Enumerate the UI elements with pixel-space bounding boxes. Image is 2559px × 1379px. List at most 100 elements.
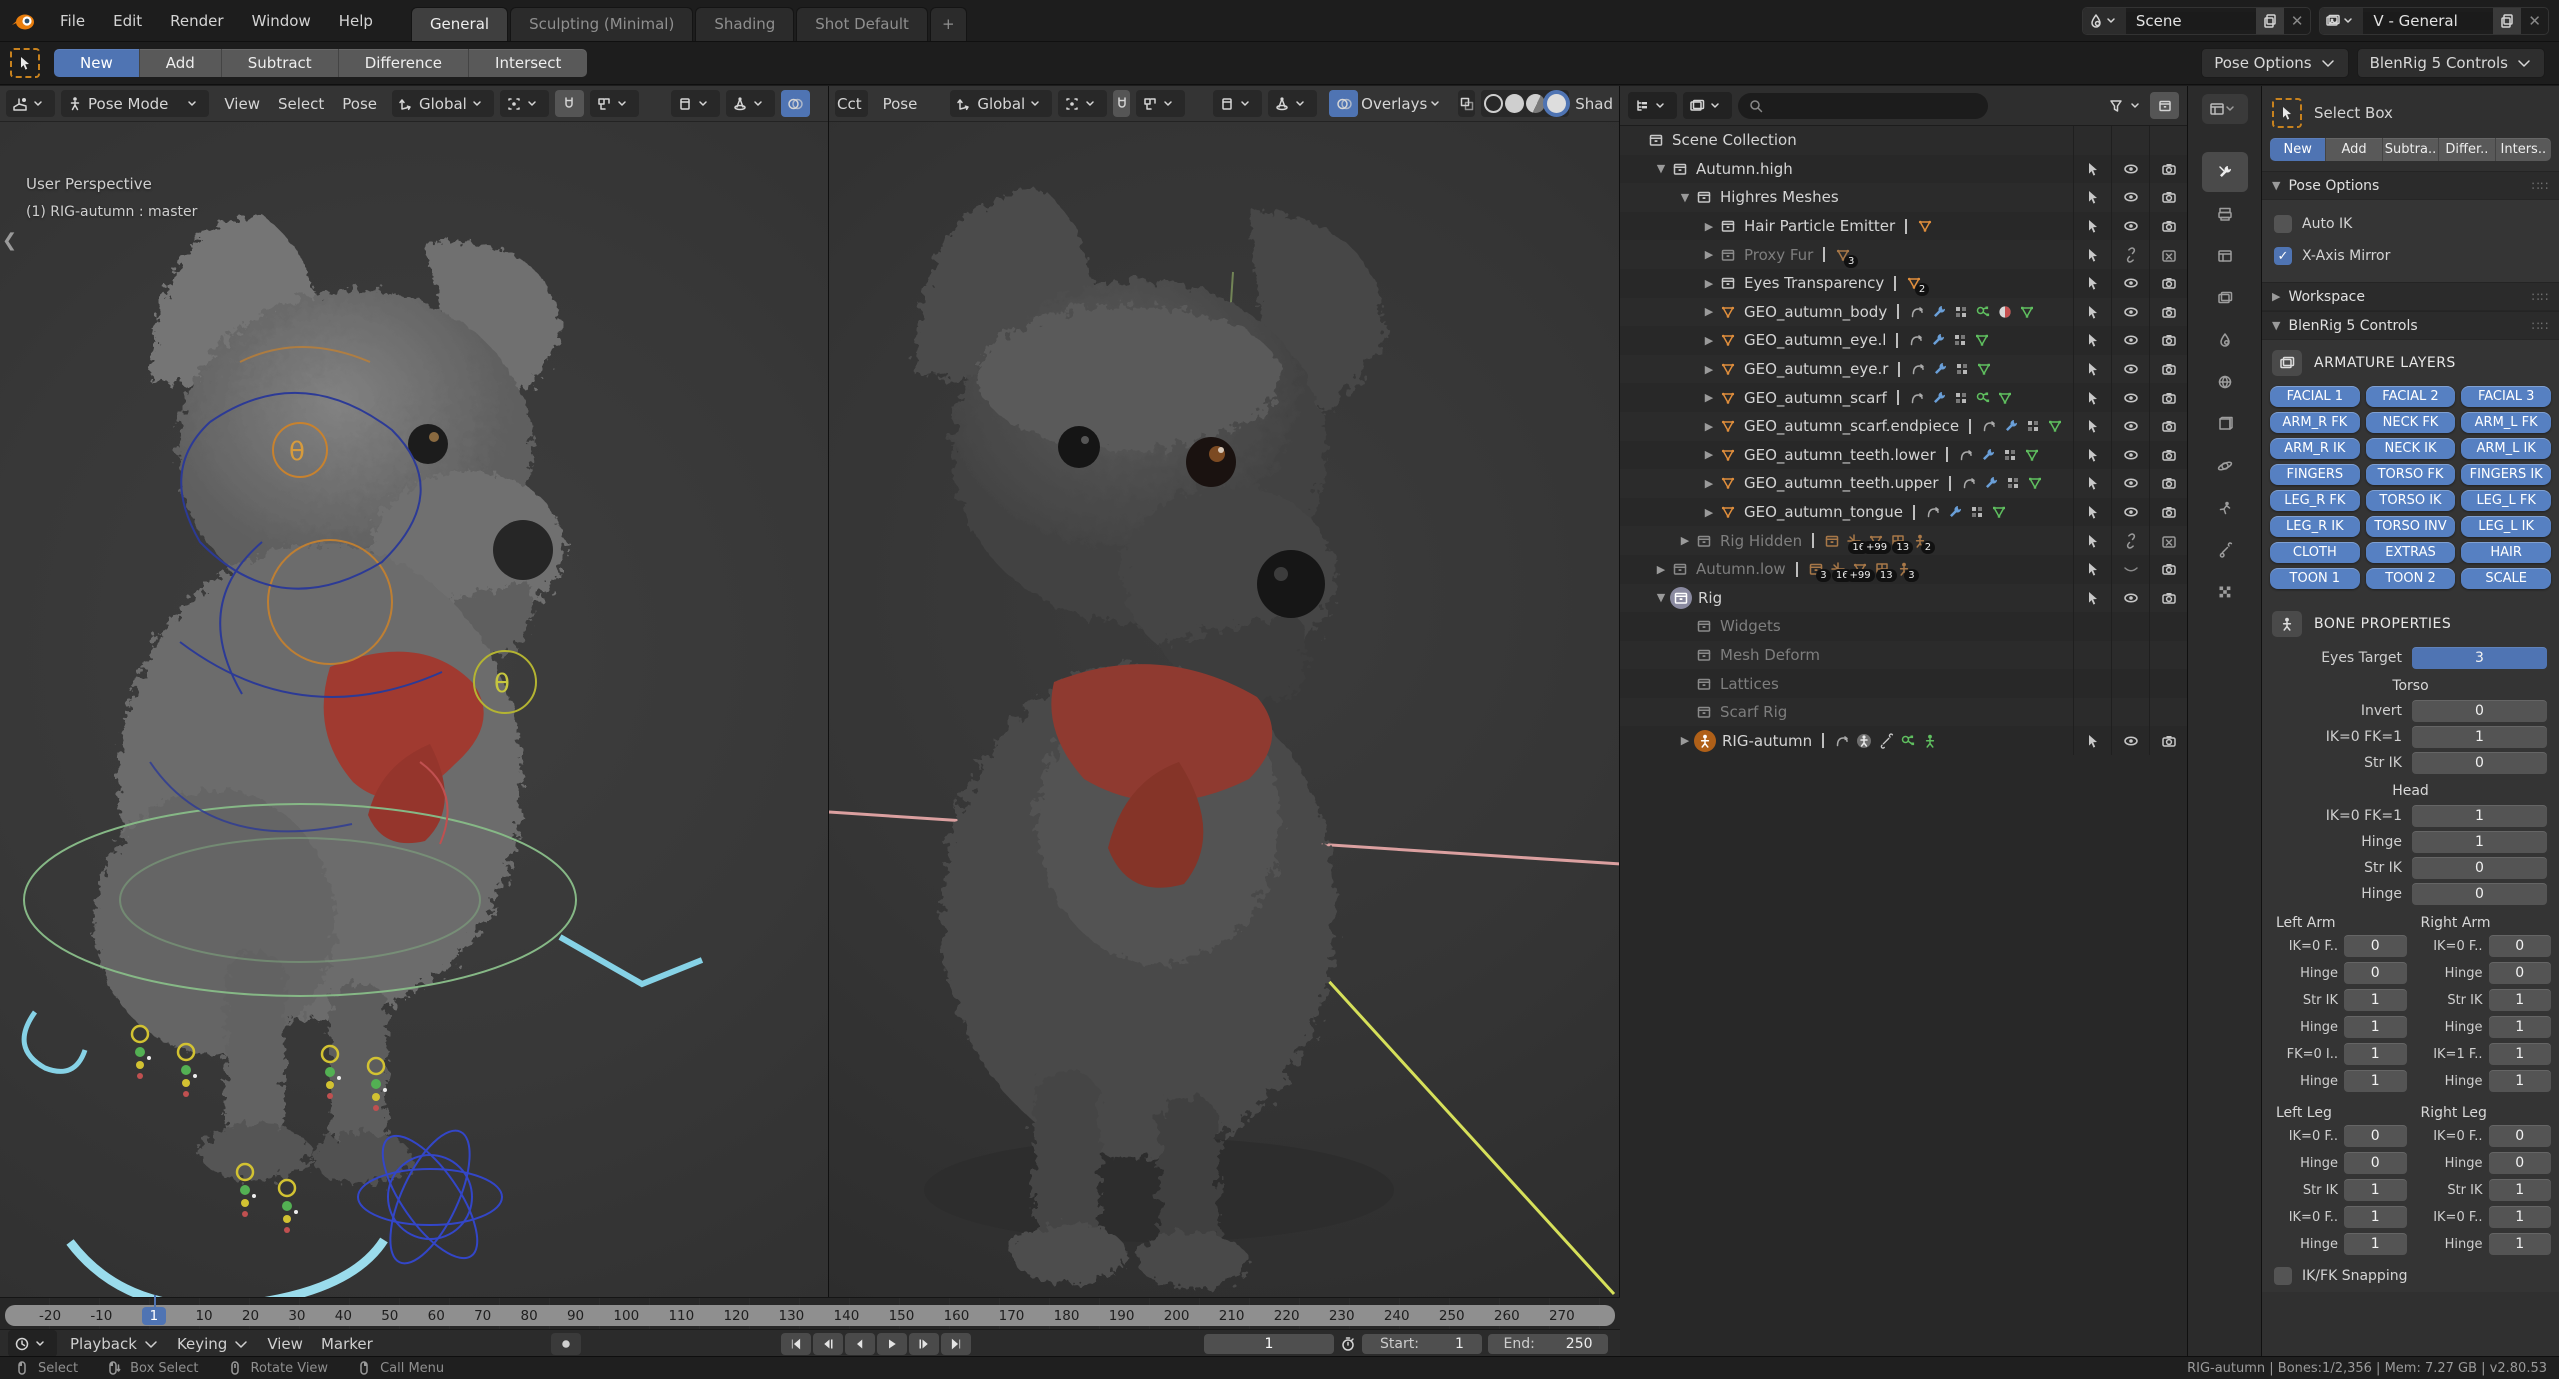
region-expand-left-icon[interactable]: ❮ <box>2 230 17 251</box>
wrench-icon[interactable] <box>1978 445 1998 465</box>
properties-tab-bone[interactable] <box>2202 530 2248 570</box>
expander-icon[interactable]: ▶ <box>1652 563 1670 576</box>
properties-tab-texture[interactable] <box>2202 572 2248 612</box>
expander-icon[interactable]: ▶ <box>1700 277 1718 290</box>
close-scene-icon[interactable]: ✕ <box>2284 12 2311 30</box>
checkbox[interactable]: ✓ <box>2274 247 2292 265</box>
prop-field[interactable]: 0 <box>2344 935 2407 957</box>
overlays-toggle-icon[interactable] <box>1329 90 1359 117</box>
filter-funnel-icon[interactable] <box>2106 96 2126 116</box>
scene-icon[interactable] <box>2082 7 2126 34</box>
armature-icon[interactable]: 3 <box>1894 559 1919 583</box>
selectable-toggle-icon[interactable] <box>2083 559 2103 579</box>
menu-file[interactable]: File <box>46 0 99 41</box>
hide-render-toggle[interactable] <box>2149 354 2187 384</box>
prop-field[interactable]: 1 <box>2412 726 2547 748</box>
prop-field[interactable]: 1 <box>2488 989 2551 1011</box>
boolean-add-button[interactable]: Add <box>139 49 222 77</box>
hook-icon[interactable] <box>1832 731 1852 751</box>
prop-field[interactable]: 1 <box>2344 1206 2407 1228</box>
hook-icon[interactable] <box>1908 359 1928 379</box>
selectable-toggle-icon[interactable] <box>2083 473 2103 493</box>
menu-help[interactable]: Help <box>325 0 387 41</box>
hide-render-toggle-icon[interactable] <box>2159 473 2179 493</box>
expander-icon[interactable]: ▶ <box>1700 220 1718 233</box>
copy-scene-icon[interactable] <box>2255 7 2284 34</box>
selectable-toggle[interactable] <box>2073 497 2111 527</box>
hide-viewport-toggle[interactable] <box>2111 354 2149 384</box>
hide-viewport-toggle[interactable] <box>2111 497 2149 527</box>
timeline-menu-playback[interactable]: Playback <box>61 1335 168 1353</box>
shading-rendered-icon[interactable] <box>1547 94 1567 113</box>
hide-viewport-toggle[interactable] <box>2111 583 2149 613</box>
layer-button-arm-l-ik[interactable]: ARM_L IK <box>2461 438 2551 459</box>
timeline-menu-marker[interactable]: Marker <box>312 1335 382 1353</box>
meshdata-icon[interactable] <box>1989 502 2009 522</box>
hide-render-toggle-icon[interactable] <box>2159 388 2179 408</box>
posecircle-icon[interactable] <box>1854 731 1874 751</box>
selectable-toggle[interactable] <box>2073 154 2111 184</box>
outliner-row[interactable]: Scarf Rig <box>1620 697 2187 727</box>
selectable-toggle-icon[interactable] <box>2083 359 2103 379</box>
particles-icon[interactable] <box>1973 388 1993 408</box>
gizmo-dropdown[interactable] <box>1268 90 1318 117</box>
prop-field[interactable]: 0 <box>2488 962 2551 984</box>
selectable-toggle[interactable] <box>2073 526 2111 555</box>
properties-tab-physics[interactable] <box>2202 446 2248 486</box>
render-disabled-toggle-icon[interactable] <box>2159 531 2179 551</box>
expander-icon[interactable]: ▼ <box>1652 162 1670 175</box>
expander-icon[interactable]: ▶ <box>1676 534 1694 547</box>
layer-button-extras[interactable]: EXTRAS <box>2365 542 2456 563</box>
hide-render-toggle-icon[interactable] <box>2159 330 2179 350</box>
prop-field[interactable]: 0 <box>2344 962 2407 984</box>
viewport-menu-pose[interactable]: Pose <box>874 90 927 117</box>
jump-start-button[interactable] <box>780 1332 811 1355</box>
prop-field[interactable]: 0 <box>2412 857 2547 879</box>
hide-render-toggle[interactable] <box>2149 497 2187 527</box>
selectable-toggle-icon[interactable] <box>2083 273 2103 293</box>
layer-button-arm-l-fk[interactable]: ARM_L FK <box>2461 412 2551 433</box>
editor-type-3d-icon[interactable] <box>6 90 55 117</box>
selectable-toggle-icon[interactable] <box>2083 245 2103 265</box>
collection-icon[interactable] <box>1822 531 1842 551</box>
layer-button-neck-fk[interactable]: NECK FK <box>2365 412 2456 433</box>
selectable-toggle-icon[interactable] <box>2083 416 2103 436</box>
auto-key-record-button[interactable] <box>550 1332 581 1355</box>
hide-viewport-toggle-icon[interactable] <box>2121 302 2141 322</box>
prop-field[interactable]: 1 <box>2488 1043 2551 1065</box>
close-view-layer-icon[interactable]: ✕ <box>2521 12 2548 30</box>
outliner-row[interactable]: ▶ GEO_autumn_scarf <box>1620 383 2187 412</box>
layer-button-toon-1[interactable]: TOON 1 <box>2270 568 2360 589</box>
timeline-menu-keying[interactable]: Keying <box>168 1335 258 1353</box>
outliner-row[interactable]: ▶ GEO_autumn_tongue <box>1620 497 2187 527</box>
selectable-toggle[interactable] <box>2073 383 2111 412</box>
prop-field[interactable]: 0 <box>2412 700 2547 722</box>
checkbox[interactable] <box>2274 215 2292 233</box>
boolean-new-button[interactable]: New <box>54 49 140 77</box>
viewport-menu-select[interactable]: Select <box>269 90 333 117</box>
popover-pose-options[interactable]: Pose Options <box>2201 48 2349 78</box>
viewport-menu-pose[interactable]: Pose <box>333 90 386 117</box>
popover-blenrig-5-controls[interactable]: BlenRig 5 Controls <box>2356 48 2545 78</box>
dupli-icon[interactable] <box>1952 359 1972 379</box>
outliner-row[interactable]: ▶ GEO_autumn_body <box>1620 297 2187 327</box>
outliner-row[interactable]: Lattices <box>1620 669 2187 698</box>
workspace-tab-general[interactable]: General <box>410 7 509 41</box>
view-layer-name[interactable]: V - General <box>2363 11 2494 30</box>
prop-field[interactable]: 0 <box>2344 1125 2407 1147</box>
properties-tab-object[interactable] <box>2202 404 2248 444</box>
wrench-icon[interactable] <box>2001 416 2021 436</box>
wrench-icon[interactable] <box>1930 359 1950 379</box>
hide-viewport-toggle[interactable] <box>2111 411 2149 441</box>
outliner-row[interactable]: ▶ Eyes Transparency 2 <box>1620 268 2187 298</box>
shading-material-icon[interactable] <box>1526 94 1546 113</box>
selectable-toggle[interactable] <box>2073 183 2111 212</box>
overlays-toggle-icon[interactable] <box>780 90 810 117</box>
prop-field[interactable]: 0 <box>2488 1152 2551 1174</box>
prop-field[interactable]: 1 <box>2412 831 2547 853</box>
selectable-toggle[interactable] <box>2073 726 2111 756</box>
workspace-tab-shading[interactable]: Shading <box>695 7 795 41</box>
hide-render-toggle[interactable] <box>2149 383 2187 412</box>
mesh-icon[interactable]: +99 <box>1862 531 1892 554</box>
panel-pose-options[interactable]: ▼ Pose Options ∷∷ <box>2262 171 2559 200</box>
